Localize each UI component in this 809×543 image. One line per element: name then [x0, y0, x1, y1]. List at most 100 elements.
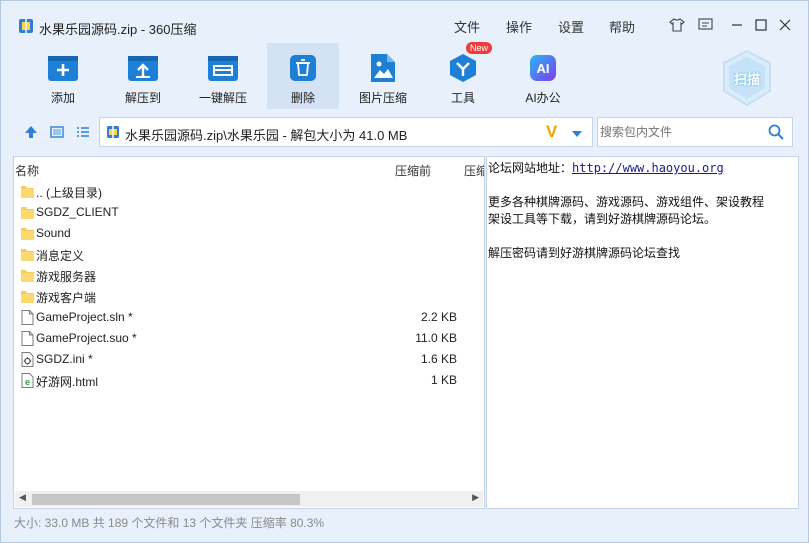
file-size: 1.6 KB: [420, 352, 457, 366]
forum-link[interactable]: http://www.haoyou.org: [572, 161, 724, 175]
folder-icon: [21, 289, 34, 304]
maximize-icon[interactable]: [752, 16, 770, 34]
comment-spacer: [488, 228, 798, 245]
image-compress-label: 图片压缩: [358, 91, 407, 105]
ai-office-label: AI办公: [525, 91, 561, 105]
file-rows: .. (上级目录) SGDZ_CLIENT Sound 消息定义 游戏服务器 游…: [14, 181, 484, 391]
list-view-icon[interactable]: [75, 124, 91, 140]
ai-office-button[interactable]: AI AI办公: [507, 43, 579, 109]
column-name[interactable]: 名称: [15, 162, 39, 179]
favorite-v-icon[interactable]: V: [546, 122, 557, 142]
comment-forum-line: 论坛网站地址：http://www.haoyou.org: [488, 160, 798, 177]
column-compressed-2[interactable]: 压缩: [464, 162, 484, 179]
folder-icon: [21, 247, 34, 262]
scan-label: 扫描: [734, 72, 761, 87]
menu-settings[interactable]: 设置: [558, 17, 584, 36]
file-size: 1 KB: [430, 373, 457, 387]
tools-label: 工具: [450, 91, 475, 105]
one-click-extract-button[interactable]: 一键解压: [187, 43, 259, 109]
file-name: SGDZ.ini *: [36, 352, 93, 366]
close-icon[interactable]: [776, 16, 794, 34]
menu-operate[interactable]: 操作: [506, 17, 532, 36]
file-size: 11.0 KB: [415, 331, 457, 345]
add-icon: [46, 51, 80, 85]
table-row[interactable]: SGDZ.ini * 1.6 KB: [14, 349, 484, 370]
search-box: [597, 117, 793, 147]
chevron-down-icon[interactable]: [571, 127, 583, 141]
one-click-extract-icon: [206, 51, 240, 85]
archive-comment-pane: 论坛网站地址：http://www.haoyou.org 更多各种棋牌源码、游戏…: [486, 156, 799, 509]
address-bar[interactable]: 水果乐园源码.zip\水果乐园 - 解包大小为 41.0 MB V: [99, 117, 593, 147]
file-name: 游戏服务器: [36, 270, 97, 284]
table-row[interactable]: e 好游网.html 1 KB: [14, 370, 484, 391]
menu-file[interactable]: 文件: [454, 17, 480, 36]
folder-icon: [21, 226, 34, 241]
feedback-icon[interactable]: [696, 16, 714, 34]
app-window: 水果乐园源码.zip - 360压缩 文件 操作 设置 帮助 添加 解压到 一键…: [0, 0, 809, 543]
up-level-icon[interactable]: [23, 124, 39, 140]
file-name: 消息定义: [36, 249, 85, 263]
table-row[interactable]: .. (上级目录): [14, 181, 484, 202]
column-compressed[interactable]: 压缩前: [395, 162, 431, 179]
skin-shirt-icon[interactable]: [668, 16, 686, 34]
new-badge: New: [466, 42, 493, 54]
folder-icon: [21, 268, 34, 283]
add-button[interactable]: 添加: [27, 43, 99, 109]
table-row[interactable]: Sound: [14, 223, 484, 244]
scroll-right-icon[interactable]: ▶: [472, 492, 479, 503]
status-bar-text: 大小: 33.0 MB 共 189 个文件和 13 个文件夹 压缩率 80.3%: [14, 516, 325, 530]
file-size: 2.2 KB: [420, 310, 457, 324]
settings-file-icon: [21, 352, 34, 367]
folder-icon: [21, 205, 34, 220]
comment-line: 架设工具等下载，请到好游棋牌源码论坛。: [488, 212, 717, 226]
folder-icon: [21, 184, 34, 199]
minimize-icon[interactable]: [728, 16, 746, 34]
view-mode-icon[interactable]: [49, 124, 65, 140]
image-compress-icon: [366, 51, 400, 85]
file-name: GameProject.suo *: [36, 331, 137, 345]
comment-line: 解压密码请到好游棋牌源码论坛查找: [488, 246, 681, 260]
address-path: 水果乐园源码.zip\水果乐园 - 解包大小为 41.0 MB: [125, 128, 408, 143]
table-row[interactable]: GameProject.suo * 11.0 KB: [14, 328, 484, 349]
table-row[interactable]: 游戏服务器: [14, 265, 484, 286]
file-name: .. (上级目录): [36, 186, 102, 200]
add-label: 添加: [50, 91, 75, 105]
comment-line: 更多各种棋牌源码、游戏源码、游戏组件、架设教程: [488, 195, 765, 209]
document-icon: [21, 310, 34, 325]
delete-label: 删除: [290, 91, 315, 105]
scroll-left-icon[interactable]: ◀: [19, 492, 26, 503]
scrollbar-thumb[interactable]: [32, 494, 300, 505]
file-name: GameProject.sln *: [36, 310, 133, 324]
table-row[interactable]: 消息定义: [14, 244, 484, 265]
tools-icon: [446, 51, 480, 85]
svg-text:e: e: [25, 377, 30, 387]
extract-to-button[interactable]: 解压到: [107, 43, 179, 109]
svg-text:AI: AI: [537, 61, 550, 76]
one-click-extract-label: 一键解压: [198, 91, 247, 105]
delete-button[interactable]: 删除: [267, 43, 339, 109]
html-file-icon: e: [21, 373, 34, 388]
file-name: 好游网.html: [36, 375, 99, 389]
archive-app-icon: [18, 18, 34, 34]
table-row[interactable]: 游戏客户端: [14, 286, 484, 307]
horizontal-scrollbar[interactable]: ◀ ▶: [15, 491, 483, 507]
menu-help[interactable]: 帮助: [609, 17, 635, 36]
comment-forum-label: 论坛网站地址：: [488, 161, 573, 175]
image-compress-button[interactable]: 图片压缩: [347, 43, 419, 109]
title-bar: 水果乐园源码.zip - 360压缩 文件 操作 设置 帮助: [1, 1, 808, 39]
main-toolbar: 添加 解压到 一键解压 删除 图片压缩 工具 AI AI办公: [1, 43, 808, 109]
search-input[interactable]: [600, 123, 760, 141]
search-icon[interactable]: [768, 124, 784, 143]
table-row[interactable]: GameProject.sln * 2.2 KB: [14, 307, 484, 328]
extract-to-label: 解压到: [124, 91, 161, 105]
table-row[interactable]: SGDZ_CLIENT: [14, 202, 484, 223]
recycle-bin-icon: [286, 51, 320, 85]
file-name: 游戏客户端: [36, 291, 97, 305]
ai-office-icon: AI: [526, 51, 560, 85]
file-name: Sound: [36, 226, 71, 240]
zip-file-icon: [106, 125, 120, 139]
document-icon: [21, 331, 34, 346]
scan-button[interactable]: 扫描: [721, 49, 773, 107]
comment-spacer: [488, 177, 798, 194]
file-name: SGDZ_CLIENT: [36, 205, 119, 219]
